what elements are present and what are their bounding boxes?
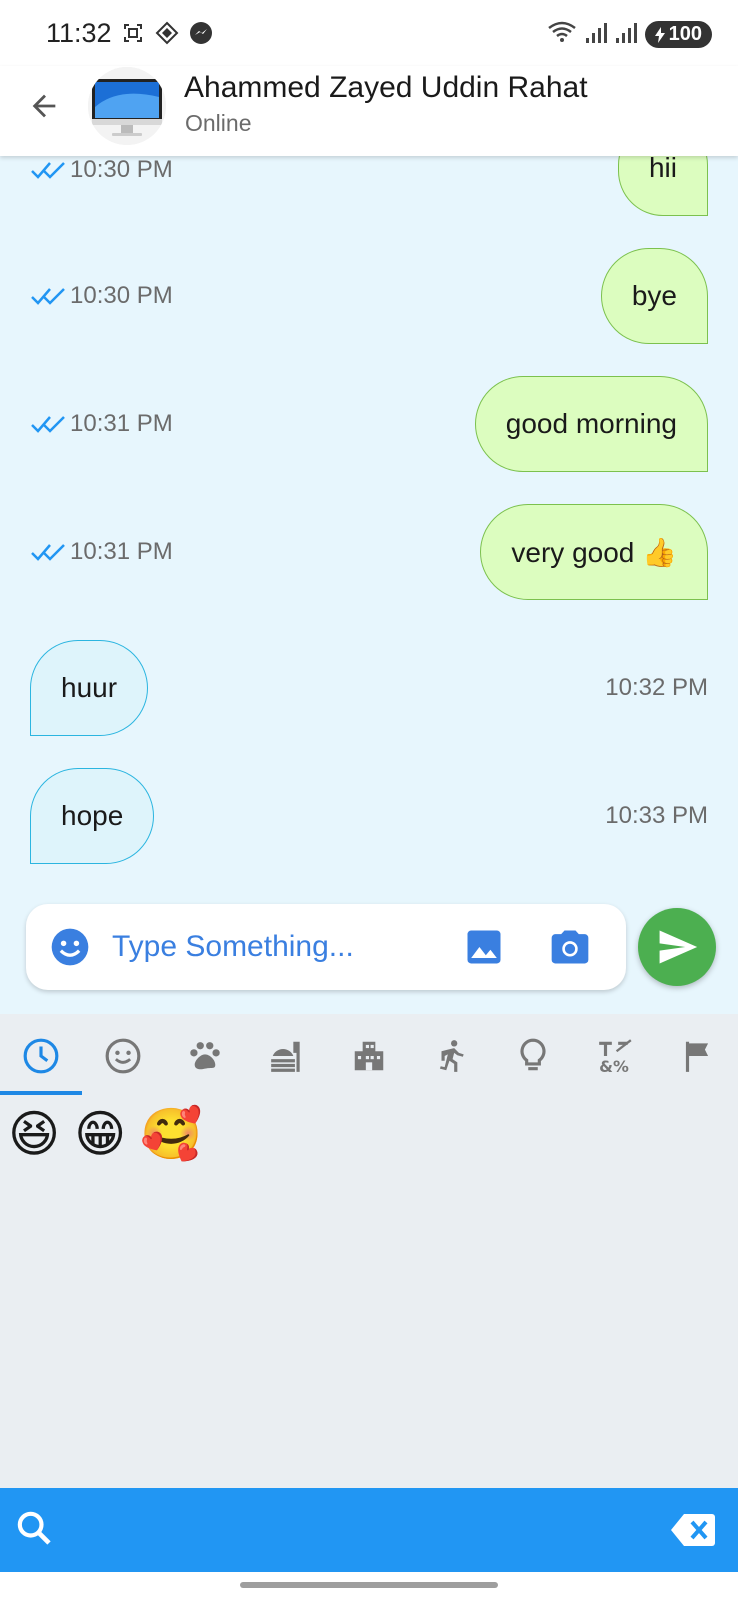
status-notification-icons [120, 20, 214, 46]
tab-flags[interactable] [675, 1034, 719, 1078]
symbols-icon: &% [599, 1039, 632, 1075]
tab-animals[interactable] [183, 1034, 227, 1078]
wifi-icon [547, 20, 577, 49]
send-icon [659, 930, 698, 964]
message-time: 10:32 PM [605, 674, 708, 701]
arrow-back-icon [32, 94, 56, 118]
battery-icon [654, 26, 665, 43]
paw-icon [190, 1042, 220, 1070]
tab-objects[interactable] [511, 1034, 555, 1078]
gallery-button[interactable] [462, 925, 506, 969]
emoji-key[interactable]: 😁 [74, 1104, 126, 1164]
backspace-icon [671, 1514, 715, 1546]
message-meta: 10:31 PM [30, 410, 173, 438]
signal-icon [615, 20, 637, 49]
incoming-message[interactable]: hope [30, 768, 155, 864]
navigation-bar [0, 1572, 738, 1600]
message-meta: 10:30 PM [30, 156, 173, 184]
double-check-icon [31, 288, 65, 305]
status-bar: 11:32 100 [0, 0, 738, 66]
message-meta: 10:30 PM [30, 282, 173, 310]
message-time: 10:30 PM [70, 282, 173, 309]
chat-header: Ahammed Zayed Uddin Rahat Online [0, 66, 738, 156]
active-tab-indicator [0, 1091, 82, 1095]
running-icon [439, 1040, 464, 1072]
emoji-toggle-button[interactable] [48, 925, 92, 969]
message-composer [26, 904, 626, 990]
double-check-icon [31, 162, 65, 179]
status-time: 11:32 [46, 18, 112, 48]
emoji-category-tabs: &% [0, 1014, 738, 1096]
message-input[interactable] [112, 922, 452, 972]
message-time: 10:33 PM [605, 802, 708, 829]
emoji-keyboard: &% 😆 😁 🥰 [0, 1014, 738, 1488]
flag-icon [685, 1041, 709, 1072]
clock-icon [23, 1038, 59, 1074]
message-time: 10:31 PM [70, 410, 173, 437]
screen-record-icon [120, 20, 146, 46]
emoji-key[interactable]: 😆 [8, 1104, 60, 1164]
recent-emoji-grid: 😆 😁 🥰 [8, 1104, 203, 1164]
building-icon [354, 1041, 384, 1071]
tab-symbols[interactable]: &% [593, 1034, 637, 1078]
avatar[interactable] [88, 67, 166, 145]
message-text: huur [61, 672, 118, 703]
send-button[interactable] [638, 908, 716, 986]
monitor-avatar-image [88, 67, 166, 145]
camera-button[interactable] [548, 925, 592, 969]
message-time: 10:30 PM [70, 156, 173, 183]
svg-text:&%: &% [599, 1057, 629, 1075]
message-list[interactable]: 10:30 PM hii 10:30 PM bye 10:31 PM good … [0, 156, 738, 1014]
contact-name[interactable]: Ahammed Zayed Uddin Rahat [184, 71, 588, 105]
lightbulb-icon [520, 1038, 546, 1071]
double-check-icon [31, 544, 65, 561]
message-text: hope [61, 800, 124, 831]
message-text: good morning [505, 408, 677, 439]
tab-travel[interactable] [347, 1034, 391, 1078]
message-text: bye [631, 280, 677, 311]
message-meta: 10:31 PM [30, 538, 173, 566]
food-icon [271, 1041, 300, 1072]
search-icon [17, 1511, 51, 1545]
battery-level: 100 [668, 23, 702, 45]
incoming-message[interactable]: huur [30, 640, 149, 736]
tab-activities[interactable] [429, 1034, 473, 1078]
back-button[interactable] [24, 86, 64, 126]
message-time: 10:31 PM [70, 538, 173, 565]
outgoing-message[interactable]: good morning [474, 376, 708, 472]
signal-icon [585, 20, 607, 49]
contact-status: Online [185, 110, 252, 136]
emoji-key[interactable]: 🥰 [140, 1104, 202, 1164]
home-indicator[interactable] [240, 1582, 498, 1588]
tab-smileys[interactable] [101, 1034, 145, 1078]
outgoing-message[interactable]: hii [617, 156, 708, 216]
tab-food[interactable] [265, 1034, 309, 1078]
messenger-icon [188, 20, 214, 46]
app-icon [154, 20, 180, 46]
message-text: very good 👍 [511, 536, 677, 568]
double-check-icon [31, 416, 65, 433]
status-system-icons: 100 [547, 20, 712, 49]
battery-indicator: 100 [644, 21, 712, 48]
message-text: hii [648, 156, 677, 183]
emoji-search-button[interactable] [14, 1508, 58, 1552]
smiley-icon [105, 1038, 141, 1074]
emoji-keyboard-bottom-bar [0, 1488, 738, 1572]
image-icon [467, 930, 501, 964]
emoji-icon [51, 928, 89, 966]
outgoing-message[interactable]: very good 👍 [480, 504, 708, 600]
backspace-button[interactable] [670, 1510, 716, 1550]
tab-recent[interactable] [19, 1034, 63, 1078]
outgoing-message[interactable]: bye [600, 248, 708, 344]
camera-icon [551, 930, 589, 964]
